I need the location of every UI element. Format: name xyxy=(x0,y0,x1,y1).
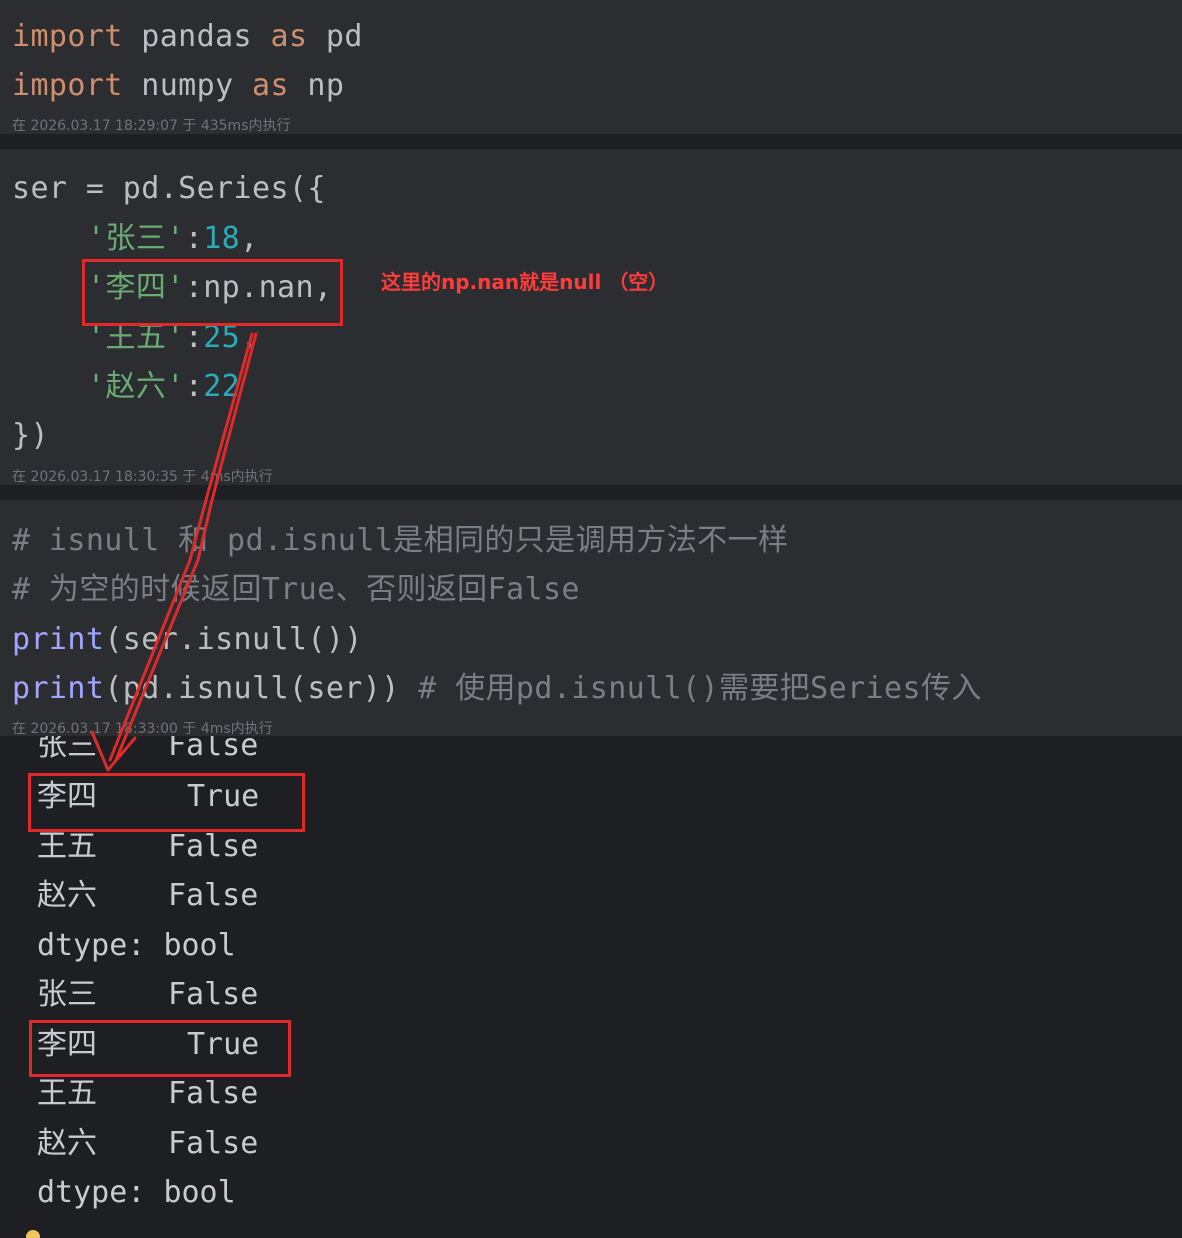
cursor-indicator-icon xyxy=(26,1230,40,1238)
arrow-line-2 xyxy=(108,332,254,762)
annotation-arrow xyxy=(90,332,258,772)
